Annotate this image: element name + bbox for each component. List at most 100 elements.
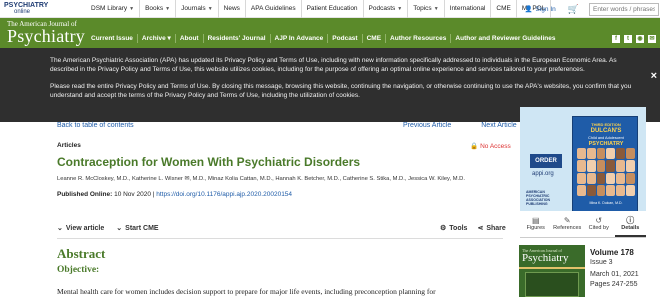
- access-status: 🔒 No Access: [470, 142, 511, 151]
- ad-publisher-label: AMERICAN PSYCHIATRIC ASSOCIATION PUBLISH…: [526, 190, 551, 206]
- journal-header: The American Journal of Psychiatry Curre…: [0, 18, 660, 48]
- issue-details: Volume 178 Issue 3 March 01, 2021 Pages …: [590, 248, 658, 289]
- view-article-label: View article: [65, 224, 105, 232]
- user-icon: 👤: [524, 6, 533, 13]
- book-title-line2: Child and Adolescent: [588, 136, 624, 140]
- nav-archive[interactable]: Archive ▾: [138, 34, 176, 43]
- topnav-international[interactable]: International: [445, 0, 492, 18]
- published-date: 10 Nov 2020: [114, 191, 151, 198]
- account-area: 👤 Sign In 🛒: [524, 0, 660, 18]
- book-edition: THIRD EDITION: [591, 122, 621, 127]
- start-cme-button[interactable]: ⌄ Start CME: [116, 224, 158, 233]
- topnav-apa-guidelines[interactable]: APA Guidelines: [246, 0, 302, 18]
- book-cover-photos: [577, 148, 635, 196]
- book-advertisement[interactable]: ORDER appi.org AMERICAN PSYCHIATRIC ASSO…: [520, 107, 646, 211]
- nav-podcast[interactable]: Podcast: [328, 34, 363, 43]
- nav-cme[interactable]: CME: [363, 34, 387, 43]
- tab-details[interactable]: ⓘ Details: [614, 212, 646, 237]
- search-input[interactable]: [589, 2, 659, 16]
- topnav-cme[interactable]: CME: [491, 0, 517, 18]
- topnav-label: APA Guidelines: [250, 4, 296, 12]
- issue-cover[interactable]: The American Journal of Psychiatry: [519, 245, 585, 297]
- view-article-button[interactable]: ⌄ View article: [57, 224, 105, 233]
- next-article-link[interactable]: Next Article: [481, 122, 516, 129]
- sidebar-tabs: ▤ Figures ✎ References ↺ Cited by ⓘ Deta…: [520, 212, 646, 238]
- topnav-label: Patient Education: [306, 4, 358, 12]
- topnav-label: Podcasts: [368, 4, 396, 12]
- topnav-news[interactable]: News: [219, 0, 246, 18]
- share-label: Share: [486, 224, 506, 232]
- brand-name: PSYCHIATRY: [4, 1, 49, 9]
- nav-ajp-in-advance[interactable]: AJP In Advance: [271, 34, 329, 43]
- nav-current-issue[interactable]: Current Issue: [91, 34, 138, 43]
- tab-figures[interactable]: ▤ Figures: [520, 212, 552, 237]
- topnav-patient-education[interactable]: Patient Education: [302, 0, 364, 18]
- topnav-podcasts[interactable]: Podcasts ▼: [364, 0, 409, 18]
- nav-about[interactable]: About: [176, 34, 204, 43]
- doi-link[interactable]: https://doi.org/10.1176/appi.ajp.2020.20…: [156, 191, 292, 198]
- rss-icon[interactable]: ◉: [636, 35, 644, 43]
- brand-subname: online: [14, 8, 31, 15]
- cart-icon[interactable]: 🛒: [568, 4, 579, 15]
- topnav-journals[interactable]: Journals ▼: [176, 0, 219, 18]
- social-links: f t ◉ ✉: [612, 35, 656, 43]
- email-icon[interactable]: ✉: [648, 35, 656, 43]
- article-tools: ⚙ Tools ⋖ Share: [440, 224, 506, 233]
- sign-in-link[interactable]: 👤 Sign In: [524, 5, 556, 14]
- tab-label: Cited by: [588, 225, 609, 231]
- book-title-line3: PSYCHIATRY: [588, 141, 624, 147]
- chevron-down-icon: ▼: [165, 5, 171, 12]
- nav-author-resources[interactable]: Author Resources: [386, 34, 452, 43]
- share-button[interactable]: ⋖ Share: [477, 224, 506, 233]
- topnav-label: Topics: [413, 4, 432, 12]
- tab-cited-by[interactable]: ↺ Cited by: [583, 212, 615, 237]
- article-pager: Previous Article Next Article: [403, 122, 517, 129]
- cover-band: [519, 267, 585, 269]
- twitter-icon[interactable]: t: [624, 35, 632, 43]
- chevron-down-icon: ▼: [433, 5, 439, 12]
- tab-label: Figures: [526, 225, 545, 231]
- sign-in-label: Sign In: [535, 5, 556, 13]
- journal-logo-line2: Psychiatry: [7, 26, 85, 46]
- topnav-label: International: [449, 4, 486, 12]
- issue-number: Issue 3: [590, 259, 613, 266]
- topnav-books[interactable]: Books ▼: [140, 0, 177, 18]
- psychiatry-online-logo[interactable]: PSYCHIATRY online: [0, 0, 86, 18]
- issue-date: March 01, 2021: [590, 271, 639, 278]
- topnav-label: Journals: [181, 4, 206, 12]
- nav-author-reviewer-guidelines[interactable]: Author and Reviewer Guidelines: [451, 34, 559, 43]
- topnav-label: DSM Library: [91, 4, 128, 12]
- facebook-icon[interactable]: f: [612, 35, 620, 43]
- topnav-label: CME: [496, 4, 511, 12]
- divider: [57, 238, 503, 239]
- abstract-heading: Abstract: [57, 246, 106, 261]
- ad-site-label: appi.org: [532, 171, 554, 177]
- references-icon: ✎: [563, 216, 571, 225]
- lock-icon: 🔒: [470, 143, 479, 150]
- topnav-label: News: [223, 4, 240, 12]
- journal-logo[interactable]: The American Journal of Psychiatry: [7, 20, 85, 47]
- topnav-label: Books: [145, 4, 164, 12]
- figures-icon: ▤: [531, 216, 540, 225]
- cover-title-line2: Psychiatry: [522, 252, 569, 264]
- cover-image: [525, 272, 579, 297]
- info-icon: ⓘ: [626, 216, 635, 225]
- chevron-down-icon: ⌄: [57, 225, 63, 232]
- issue-pages: Pages 247-255: [590, 281, 638, 288]
- tab-label: References: [553, 225, 582, 231]
- topnav-topics[interactable]: Topics ▼: [408, 0, 445, 18]
- abstract-text: Mental health care for women includes de…: [57, 287, 436, 296]
- cited-by-icon: ↺: [595, 216, 603, 225]
- back-to-toc-link[interactable]: Back to table of contents: [57, 122, 134, 129]
- tab-references[interactable]: ✎ References: [552, 212, 584, 237]
- book-title-line1: DULCAN'S: [590, 128, 622, 134]
- close-icon[interactable]: ×: [651, 70, 657, 82]
- issue-volume[interactable]: Volume 178: [590, 248, 658, 258]
- order-button[interactable]: ORDER: [530, 154, 562, 168]
- previous-article-link[interactable]: Previous Article: [403, 122, 451, 129]
- article-section-label: Articles: [57, 142, 81, 149]
- tools-button[interactable]: ⚙ Tools: [440, 224, 467, 233]
- nav-residents-journal[interactable]: Residents' Journal: [204, 34, 271, 43]
- topnav-dsm-library[interactable]: DSM Library ▼: [86, 0, 141, 18]
- chevron-down-icon: ▼: [129, 5, 135, 12]
